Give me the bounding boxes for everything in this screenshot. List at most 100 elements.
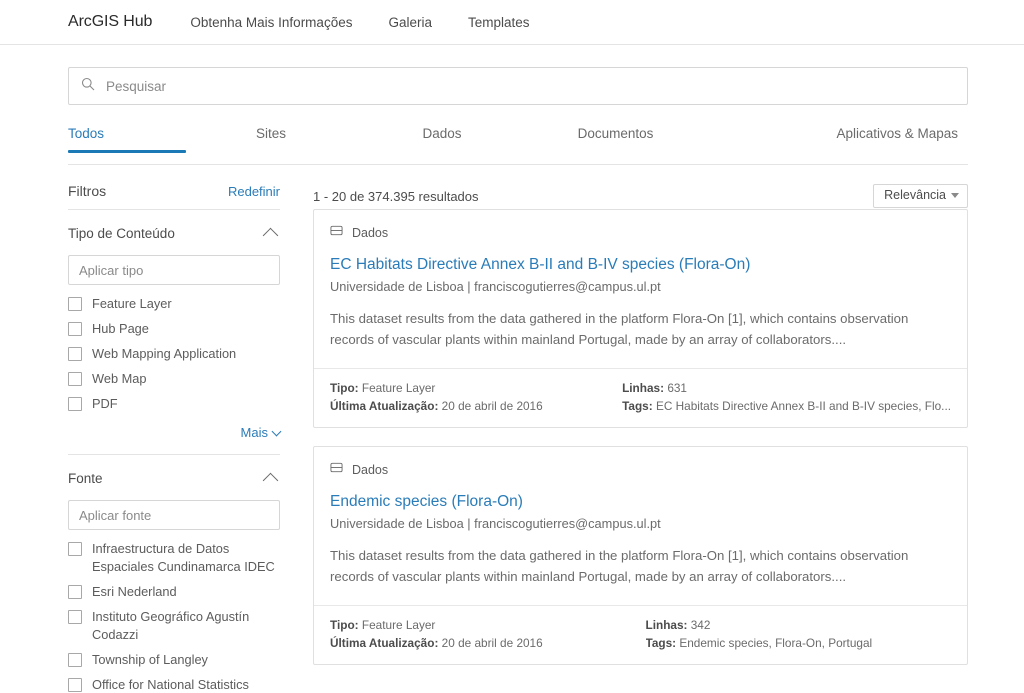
result-owner: Universidade de Lisboa | franciscogutier… (330, 516, 661, 531)
checkbox-icon[interactable] (68, 653, 82, 667)
tab-underline-inactive (528, 150, 703, 153)
result-card[interactable]: Dados Endemic species (Flora-On) Univers… (313, 446, 968, 665)
checkbox-icon[interactable] (68, 347, 82, 361)
result-meta-tags-key: Tags: (645, 636, 677, 650)
top-navigation-bar: ArcGIS Hub Obtenha Mais Informações Gale… (0, 0, 1024, 45)
filter-option-web-mapping-application[interactable]: Web Mapping Application (68, 345, 280, 363)
result-card-footer: Tipo: Feature Layer Última Atualização: … (314, 605, 967, 664)
tab-documentos[interactable]: Documentos (528, 126, 703, 164)
result-meta-linhas: Linhas: 631 (622, 379, 951, 397)
filter-group-title-tipo-de-conteudo: Tipo de Conteúdo (68, 226, 175, 241)
filter-option-infraestructura-idec[interactable]: Infraestructura de Datos Espaciales Cund… (68, 540, 280, 576)
result-meta-tipo-key: Tipo: (330, 618, 359, 632)
result-meta-tipo-value: Feature Layer (361, 381, 436, 395)
filter-option-label: Hub Page (92, 321, 149, 336)
nav-link-templates[interactable]: Templates (468, 15, 530, 30)
result-description: This dataset results from the data gathe… (330, 311, 909, 347)
checkbox-icon[interactable] (68, 678, 82, 692)
filters-header: Filtros Redefinir (68, 165, 280, 209)
tab-todos-label: Todos (68, 126, 105, 141)
tab-todos[interactable]: Todos (68, 126, 186, 164)
result-type-tabs: Todos Sites Dados Documentos Aplicativos… (68, 126, 968, 165)
search-icon (81, 77, 95, 96)
tab-sites-label: Sites (255, 126, 286, 141)
result-meta-linhas-key: Linhas: (622, 381, 665, 395)
filter-group-header-fonte[interactable]: Fonte (68, 471, 280, 488)
filter-group-header-tipo-de-conteudo[interactable]: Tipo de Conteúdo (68, 226, 280, 243)
result-kind-label: Dados (352, 226, 389, 240)
result-meta-tags: Tags: Endemic species, Flora-On, Portuga… (646, 634, 952, 652)
result-meta-atualizacao-value: 20 de abril de 2016 (441, 636, 543, 650)
filter-option-label: Office for National Statistics (92, 677, 249, 692)
filter-option-label: Web Map (92, 371, 147, 386)
result-card-body: Dados EC Habitats Directive Annex B-II a… (314, 210, 967, 368)
result-kind: Dados (330, 461, 951, 479)
result-meta-left: Tipo: Feature Layer Última Atualização: … (330, 616, 636, 652)
search-input[interactable] (104, 77, 955, 95)
result-meta-atualizacao-key: Última Atualização: (330, 399, 439, 413)
tab-active-underline (68, 150, 186, 153)
filter-group-tipo-de-conteudo: Tipo de Conteúdo Feature Layer Hub Page … (68, 209, 282, 454)
result-title-link[interactable]: Endemic species (Flora-On) (330, 492, 951, 512)
search-box[interactable] (68, 67, 968, 105)
result-meta-tags-value: Endemic species, Flora-On, Portugal (679, 636, 873, 650)
result-meta-left: Tipo: Feature Layer Última Atualização: … (330, 379, 612, 415)
results-count: 1 - 20 de 374.395 resultados (313, 188, 479, 204)
result-card[interactable]: Dados EC Habitats Directive Annex B-II a… (313, 209, 968, 428)
checkbox-icon[interactable] (68, 372, 82, 386)
checkbox-icon[interactable] (68, 610, 82, 624)
result-meta-right: Linhas: 342 Tags: Endemic species, Flora… (636, 616, 952, 652)
result-meta-atualizacao: Última Atualização: 20 de abril de 2016 (330, 397, 612, 415)
tab-sites[interactable]: Sites (186, 126, 356, 164)
result-meta-tags-key: Tags: (622, 399, 653, 413)
result-meta-tags-value: EC Habitats Directive Annex B-II and B-I… (655, 399, 951, 413)
filter-option-web-map[interactable]: Web Map (68, 370, 280, 388)
reset-filters-link[interactable]: Redefinir (228, 184, 280, 199)
tab-dados-label: Dados (422, 126, 462, 141)
results-header: 1 - 20 de 374.395 resultados Relevância (313, 165, 968, 209)
checkbox-icon[interactable] (68, 297, 82, 311)
result-meta-atualizacao-value: 20 de abril de 2016 (441, 399, 543, 413)
filter-option-label: Feature Layer (92, 296, 172, 311)
checkbox-icon[interactable] (68, 542, 82, 556)
filter-input-fonte[interactable] (68, 500, 280, 530)
filter-option-label: Infraestructura de Datos Espaciales Cund… (92, 541, 275, 574)
filter-option-pdf[interactable]: PDF (68, 395, 280, 413)
caret-down-icon (951, 193, 959, 198)
tab-aplicativos-mapas-label: Aplicativos & Mapas (836, 126, 958, 141)
checkbox-icon[interactable] (68, 585, 82, 599)
nav-link-galeria[interactable]: Galeria (388, 15, 432, 30)
tab-underline-inactive (356, 150, 528, 153)
page-content: Filtros Redefinir Tipo de Conteúdo Featu… (0, 165, 1024, 693)
filter-option-township-of-langley[interactable]: Township of Langley (68, 651, 280, 669)
dataset-icon (330, 224, 343, 242)
filter-option-esri-nederland[interactable]: Esri Nederland (68, 583, 280, 601)
nav-link-obtenha-mais-informacoes[interactable]: Obtenha Mais Informações (190, 15, 352, 30)
tab-dados[interactable]: Dados (356, 126, 528, 164)
brand-logo[interactable]: ArcGIS Hub (68, 13, 152, 31)
filter-option-instituto-geografico-agustin-codazzi[interactable]: Instituto Geográfico Agustín Codazzi (68, 608, 280, 644)
filter-option-office-for-national-statistics[interactable]: Office for National Statistics (68, 676, 280, 693)
filter-option-hub-page[interactable]: Hub Page (68, 320, 280, 338)
checkbox-icon[interactable] (68, 397, 82, 411)
filter-option-label: Instituto Geográfico Agustín Codazzi (92, 609, 250, 642)
filter-input-tipo[interactable] (68, 255, 280, 285)
result-owner: Universidade de Lisboa | franciscogutier… (330, 279, 661, 294)
show-more-label: Mais (240, 425, 268, 440)
result-card-footer: Tipo: Feature Layer Última Atualização: … (314, 368, 967, 427)
result-meta-right: Linhas: 631 Tags: EC Habitats Directive … (612, 379, 951, 415)
filter-option-label: Township of Langley (92, 652, 208, 667)
chevron-up-icon[interactable] (262, 472, 279, 488)
checkbox-icon[interactable] (68, 322, 82, 336)
tab-underline-inactive (703, 150, 958, 153)
chevron-up-icon[interactable] (262, 227, 279, 243)
result-meta-tipo: Tipo: Feature Layer (330, 616, 636, 634)
filter-option-feature-layer[interactable]: Feature Layer (68, 295, 280, 313)
result-meta-tags: Tags: EC Habitats Directive Annex B-II a… (622, 397, 951, 415)
tab-underline-inactive (186, 150, 356, 153)
sort-dropdown[interactable]: Relevância (873, 184, 968, 208)
show-more-types-link[interactable]: Mais (68, 425, 282, 440)
result-title-link[interactable]: EC Habitats Directive Annex B-II and B-I… (330, 255, 951, 275)
result-meta-linhas-key: Linhas: (645, 618, 688, 632)
tab-aplicativos-mapas[interactable]: Aplicativos & Mapas (703, 126, 968, 164)
